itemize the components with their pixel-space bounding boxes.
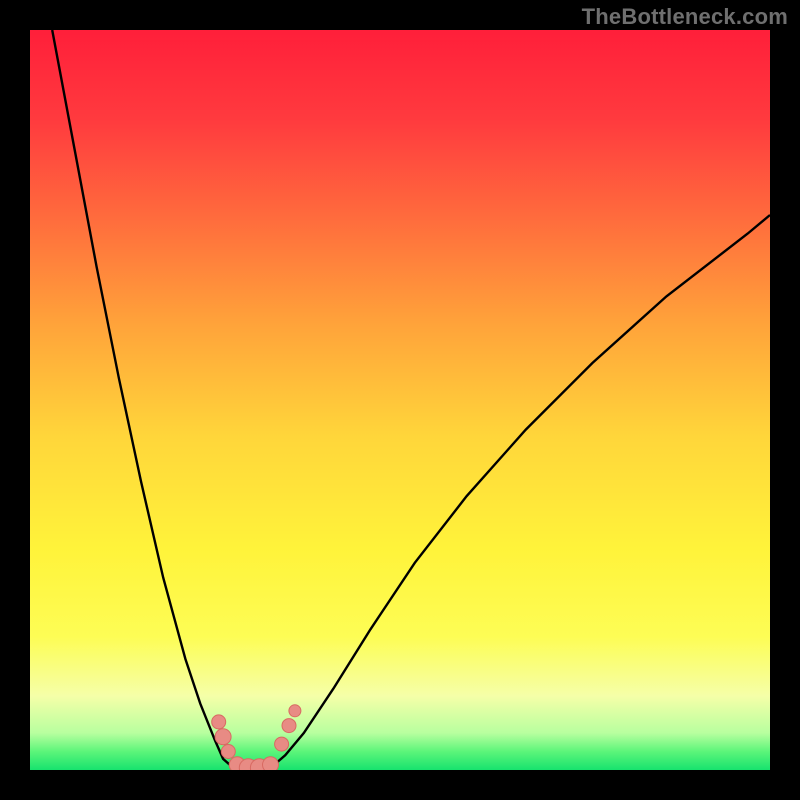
bottleneck-curve bbox=[52, 30, 770, 769]
attribution-text: TheBottleneck.com bbox=[582, 4, 788, 30]
curve-marker bbox=[282, 719, 296, 733]
curve-marker bbox=[221, 745, 235, 759]
plot-area bbox=[30, 30, 770, 770]
curve-marker bbox=[289, 705, 301, 717]
curve-marker bbox=[275, 737, 289, 751]
curve-marker bbox=[212, 715, 226, 729]
curve-marker bbox=[263, 757, 279, 770]
curve-marker bbox=[215, 729, 231, 745]
chart-frame: TheBottleneck.com bbox=[0, 0, 800, 800]
curve-layer bbox=[30, 30, 770, 770]
